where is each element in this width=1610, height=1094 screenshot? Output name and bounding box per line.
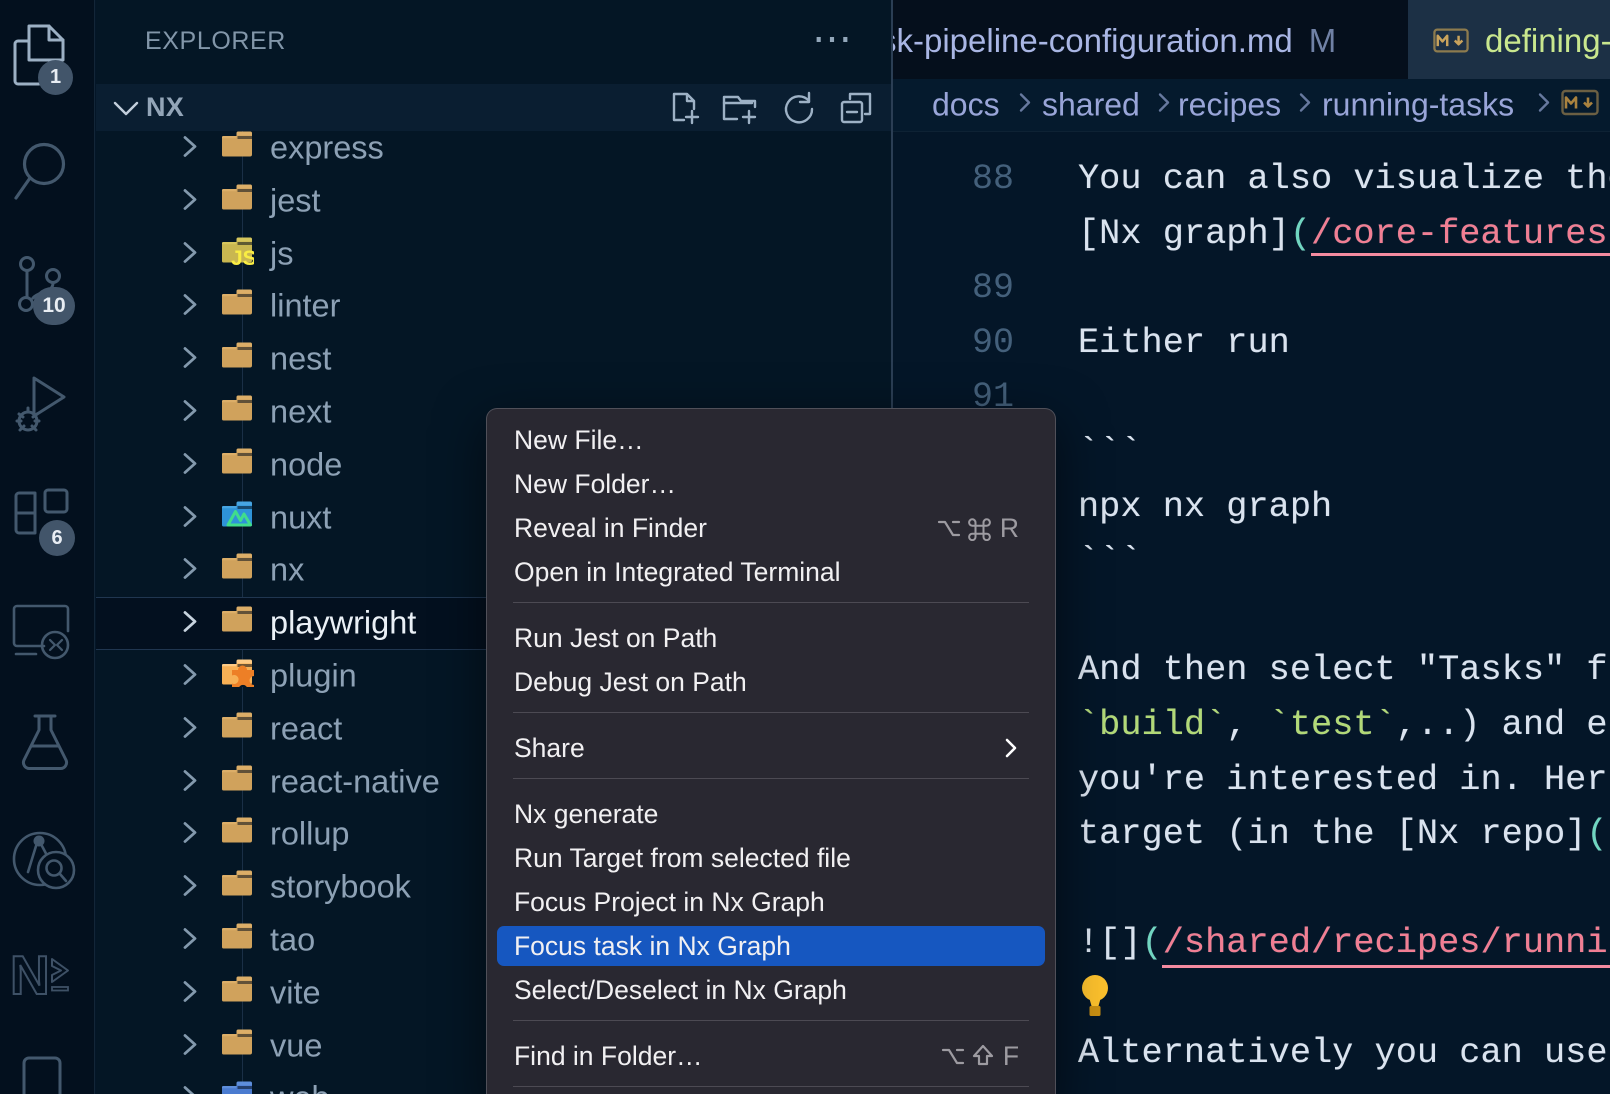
svg-text:N: N [10,944,50,998]
svg-text:JS: JS [231,247,254,265]
